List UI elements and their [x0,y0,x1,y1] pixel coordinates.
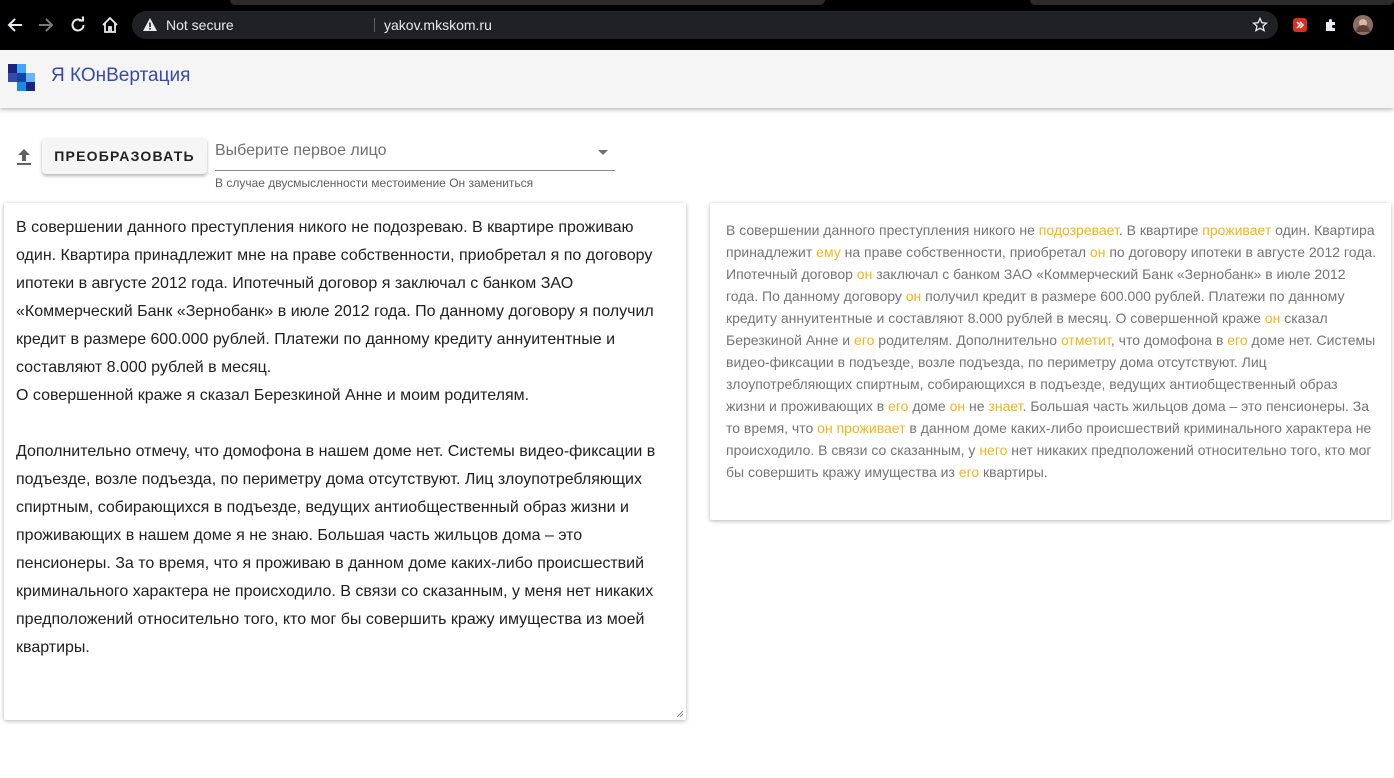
warning-icon[interactable] [142,17,158,33]
input-textarea[interactable]: В совершении данного преступления никого… [4,203,686,720]
address-bar[interactable]: Not secure yakov.mkskom.ru [132,11,1278,39]
output-segment: доме [908,398,950,414]
replaced-word: он [949,398,966,414]
output-text: В совершении данного преступления никого… [726,219,1378,483]
back-icon[interactable] [3,13,27,37]
omnibox-divider [374,18,375,32]
convert-button[interactable]: ПРЕОБРАЗОВАТЬ [42,138,207,174]
output-segment: , что домофона в [1110,332,1228,348]
replaced-word: знает [988,398,1023,414]
app-logo-icon [8,64,35,91]
security-label[interactable]: Not secure [166,11,234,39]
output-segment: не [965,398,989,414]
puzzle-icon[interactable] [1321,15,1341,35]
select-placeholder: Выберите первое лицо [215,142,387,159]
tab-strip [0,0,1394,7]
replaced-word: он проживает [817,420,906,436]
replaced-word: он [905,288,922,304]
forward-icon[interactable] [34,13,58,37]
browser-tab[interactable] [230,0,825,5]
output-segment: на праве собственности, приобретал [840,244,1090,260]
output-panel: В совершении данного преступления никого… [710,203,1391,520]
replaced-word: он [856,266,873,282]
app-title: Я КОнВертация [51,65,191,86]
output-segment: . В квартире [1118,222,1203,238]
extension-icon[interactable] [1290,15,1310,35]
replaced-word: он [1264,310,1281,326]
browser-tab[interactable] [1030,0,1394,5]
replaced-word: его [888,398,909,414]
first-person-select[interactable]: Выберите первое лицо [215,138,615,171]
dropdown-arrow-icon[interactable] [598,150,608,155]
upload-icon[interactable] [13,146,35,168]
replaced-word: отметит [1060,332,1111,348]
replaced-word: проживает [1202,222,1272,238]
reload-icon[interactable] [66,13,90,37]
output-segment: квартиры. [979,464,1048,480]
replaced-word: его [1227,332,1248,348]
home-icon[interactable] [98,13,122,37]
bookmark-star-icon[interactable] [1251,16,1269,33]
replaced-word: подозревает [1038,222,1119,238]
replaced-word: его [958,464,980,480]
replaced-word: он [1089,244,1106,260]
output-segment: родителям. Дополнительно [874,332,1061,348]
replaced-word: ему [816,244,841,260]
profile-avatar-icon[interactable] [1353,15,1373,35]
replaced-word: его [854,332,875,348]
input-text[interactable]: В совершении данного преступления никого… [16,214,676,662]
select-hint: В случае двусмысленности местоимение Он … [215,176,534,190]
output-segment: В совершении данного преступления никого… [726,222,1039,238]
resize-handle-icon[interactable] [676,710,684,718]
replaced-word: него [979,442,1008,458]
browser-chrome: Not secure yakov.mkskom.ru [0,0,1394,50]
url-text[interactable]: yakov.mkskom.ru [384,11,492,39]
app-header: Я КОнВертация [0,50,1394,108]
